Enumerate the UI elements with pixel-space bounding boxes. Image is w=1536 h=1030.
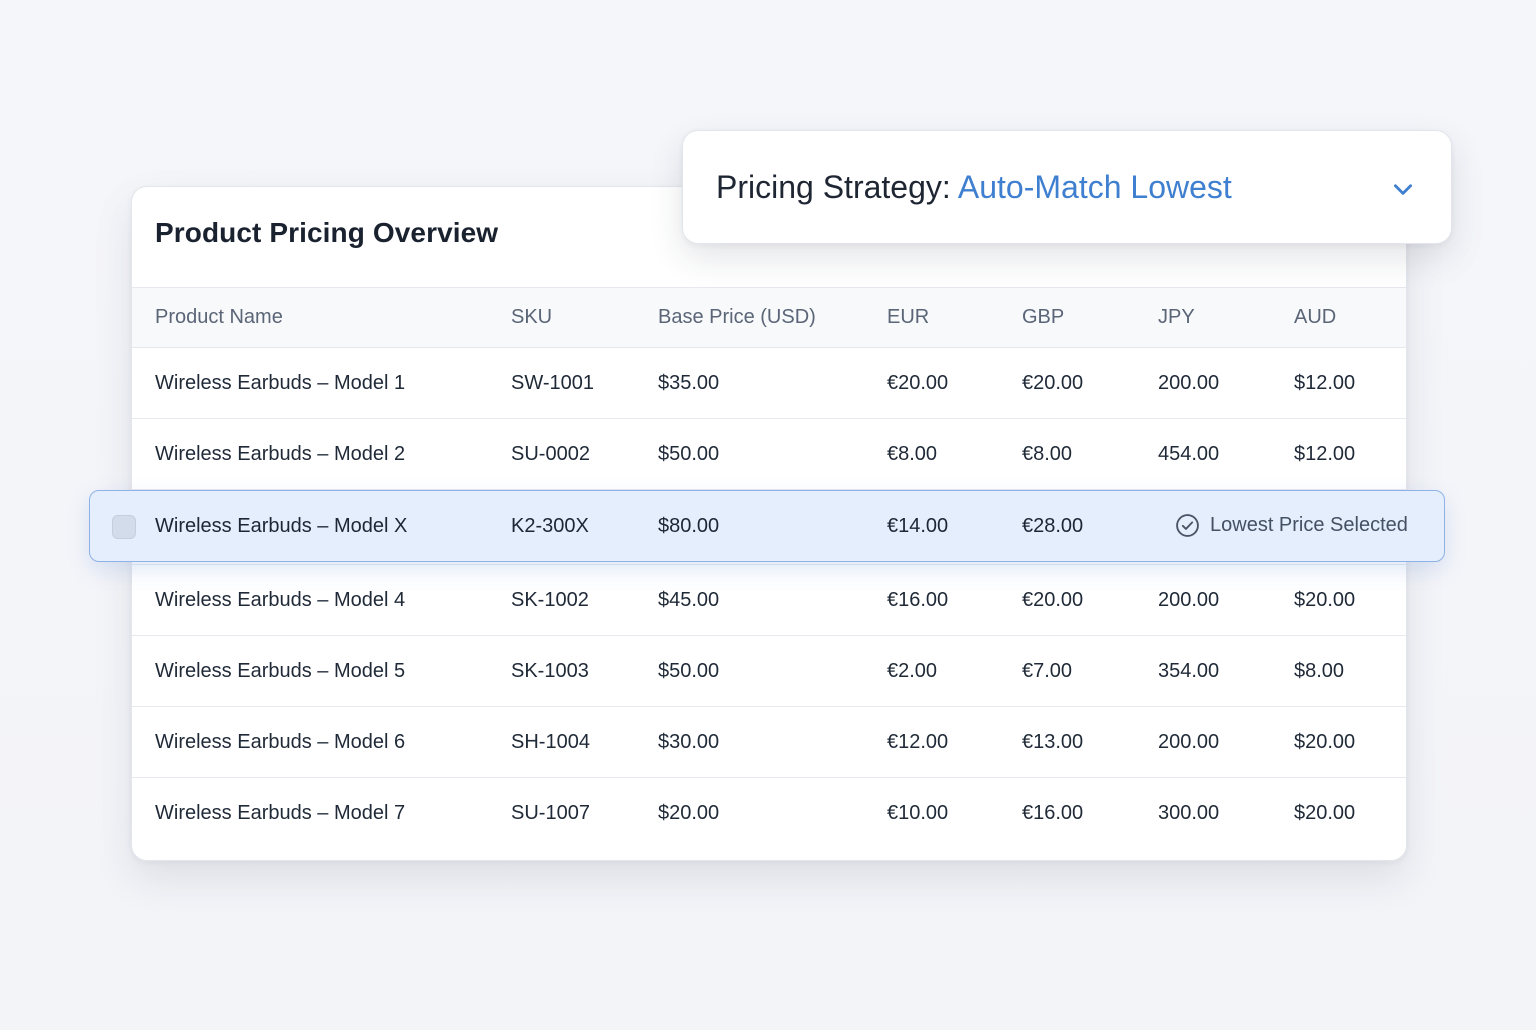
table-row[interactable]: Wireless Earbuds – Model 5 SK-1003 $50.0… bbox=[132, 636, 1406, 707]
column-header-eur[interactable]: EUR bbox=[887, 306, 929, 329]
column-header-jpy[interactable]: JPY bbox=[1158, 306, 1195, 329]
pricing-strategy-label: Pricing Strategy: bbox=[716, 169, 951, 205]
sku-cell: K2-300X bbox=[511, 515, 589, 537]
eur-price-cell: €20.00 bbox=[887, 372, 949, 394]
lowest-price-label: Lowest Price Selected bbox=[1210, 514, 1408, 536]
column-header-aud[interactable]: AUD bbox=[1294, 306, 1336, 329]
gbp-price-cell: €7.00 bbox=[1022, 660, 1073, 682]
aud-price-cell: $12.00 bbox=[1294, 443, 1356, 465]
column-header-gbp[interactable]: GBP bbox=[1022, 306, 1064, 329]
table-row[interactable]: Wireless Earbuds – Model 4 SK-1002 $45.0… bbox=[132, 565, 1406, 636]
gbp-price-cell: €16.00 bbox=[1022, 802, 1084, 824]
table-header: Product Name SKU Base Price (USD) EUR GB… bbox=[132, 287, 1406, 348]
pricing-strategy-dropdown[interactable]: Pricing Strategy: Auto-Match Lowest bbox=[682, 130, 1452, 244]
product-name-cell: Wireless Earbuds – Model X bbox=[155, 515, 408, 537]
aud-price-cell: $20.00 bbox=[1294, 589, 1356, 611]
base-price-cell: $80.00 bbox=[658, 515, 720, 537]
aud-price-cell: $8.00 bbox=[1294, 660, 1345, 682]
gbp-price-cell: €20.00 bbox=[1022, 372, 1084, 394]
gbp-price-cell: €13.00 bbox=[1022, 731, 1084, 753]
product-name-cell: Wireless Earbuds – Model 5 bbox=[155, 660, 406, 682]
eur-price-cell: €16.00 bbox=[887, 589, 949, 611]
eur-price-cell: €8.00 bbox=[887, 443, 938, 465]
aud-price-cell: $20.00 bbox=[1294, 731, 1356, 753]
eur-price-cell: €2.00 bbox=[887, 660, 938, 682]
row-select-checkbox[interactable] bbox=[112, 515, 136, 539]
pricing-strategy-text: Pricing Strategy: Auto-Match Lowest bbox=[716, 169, 1232, 206]
product-name-cell: Wireless Earbuds – Model 7 bbox=[155, 802, 406, 824]
jpy-price-cell: 454.00 bbox=[1158, 443, 1220, 465]
gbp-price-cell: €28.00 bbox=[1022, 515, 1084, 537]
aud-price-cell: $20.00 bbox=[1294, 802, 1356, 824]
lowest-price-badge: Lowest Price Selected bbox=[1175, 513, 1408, 538]
column-header-base-price[interactable]: Base Price (USD) bbox=[658, 306, 816, 329]
column-header-product-name[interactable]: Product Name bbox=[155, 306, 283, 329]
table-row[interactable]: Wireless Earbuds – Model 2 SU-0002 $50.0… bbox=[132, 419, 1406, 490]
product-name-cell: Wireless Earbuds – Model 2 bbox=[155, 443, 406, 465]
base-price-cell: $50.00 bbox=[658, 443, 720, 465]
sku-cell: SK-1002 bbox=[511, 589, 589, 611]
base-price-cell: $30.00 bbox=[658, 731, 720, 753]
eur-price-cell: €14.00 bbox=[887, 515, 949, 537]
base-price-cell: $50.00 bbox=[658, 660, 720, 682]
table-row[interactable]: Wireless Earbuds – Model 1 SW-1001 $35.0… bbox=[132, 348, 1406, 419]
jpy-price-cell: 300.00 bbox=[1158, 802, 1220, 824]
base-price-cell: $20.00 bbox=[658, 802, 720, 824]
sku-cell: SU-1007 bbox=[511, 802, 590, 824]
sku-cell: SK-1003 bbox=[511, 660, 589, 682]
base-price-cell: $35.00 bbox=[658, 372, 720, 394]
eur-price-cell: €10.00 bbox=[887, 802, 949, 824]
base-price-cell: $45.00 bbox=[658, 589, 720, 611]
jpy-price-cell: 200.00 bbox=[1158, 589, 1220, 611]
jpy-price-cell: 200.00 bbox=[1158, 372, 1220, 394]
card-title: Product Pricing Overview bbox=[155, 217, 499, 248]
sku-cell: SW-1001 bbox=[511, 372, 595, 394]
eur-price-cell: €12.00 bbox=[887, 731, 949, 753]
product-name-cell: Wireless Earbuds – Model 1 bbox=[155, 372, 406, 394]
table-row[interactable]: Wireless Earbuds – Model 6 SH-1004 $30.0… bbox=[132, 707, 1406, 778]
pricing-strategy-value: Auto-Match Lowest bbox=[957, 169, 1232, 205]
check-circle-icon bbox=[1175, 513, 1200, 538]
product-name-cell: Wireless Earbuds – Model 4 bbox=[155, 589, 406, 611]
jpy-price-cell: 354.00 bbox=[1158, 660, 1220, 682]
sku-cell: SH-1004 bbox=[511, 731, 590, 753]
product-name-cell: Wireless Earbuds – Model 6 bbox=[155, 731, 406, 753]
sku-cell: SU-0002 bbox=[511, 443, 590, 465]
jpy-price-cell: 200.00 bbox=[1158, 731, 1220, 753]
gbp-price-cell: €8.00 bbox=[1022, 443, 1073, 465]
column-header-sku[interactable]: SKU bbox=[511, 306, 552, 329]
aud-price-cell: $12.00 bbox=[1294, 372, 1356, 394]
gbp-price-cell: €20.00 bbox=[1022, 589, 1084, 611]
highlighted-table-row[interactable]: Wireless Earbuds – Model X K2-300X $80.0… bbox=[89, 490, 1445, 562]
table-row[interactable]: Wireless Earbuds – Model 7 SU-1007 $20.0… bbox=[132, 778, 1406, 848]
chevron-down-icon[interactable] bbox=[1390, 176, 1416, 207]
